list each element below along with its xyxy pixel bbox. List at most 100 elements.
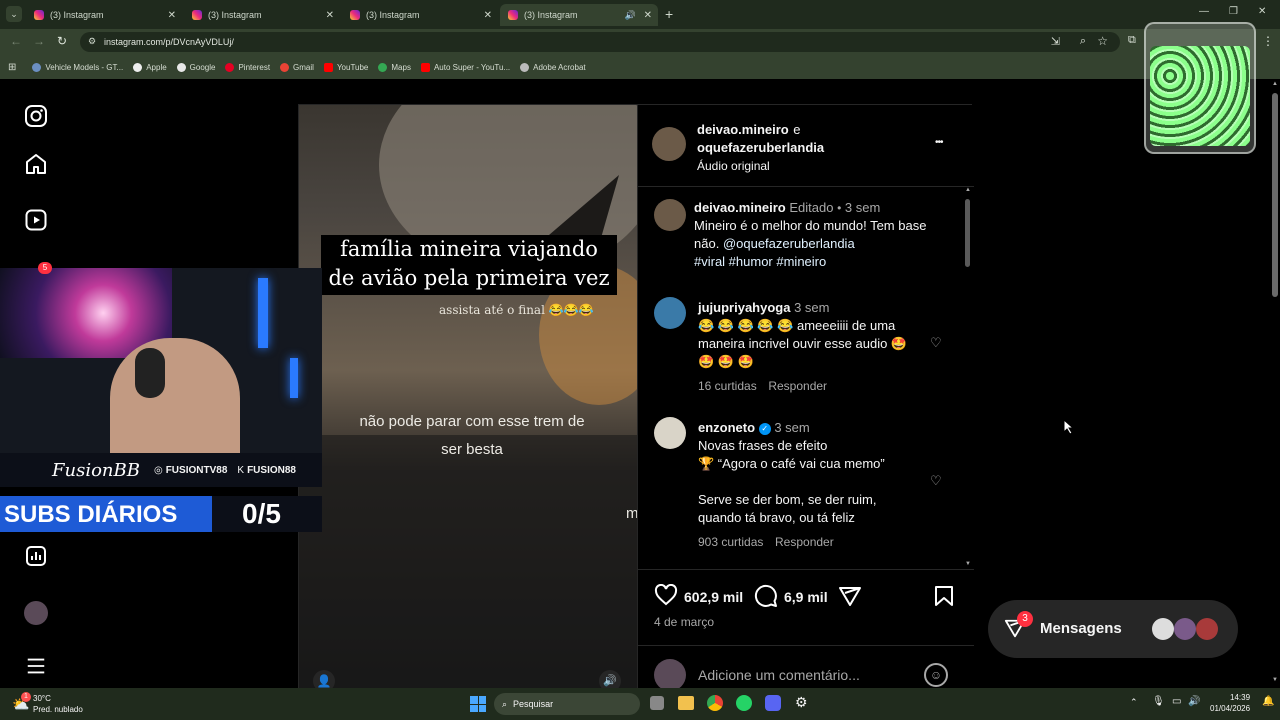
save-button[interactable] (934, 585, 954, 612)
comment-likes[interactable]: 903 curtidas (698, 535, 763, 549)
speaker-icon[interactable]: 🔊 (625, 10, 636, 21)
volume-tray-icon[interactable]: 🔊 (1188, 696, 1200, 707)
comment-time[interactable]: 3 sem (774, 420, 809, 435)
clock-time[interactable]: 14:39 (1230, 693, 1250, 702)
browser-tab[interactable]: (3) Instagram ✕ (184, 4, 340, 26)
restore-window-icon[interactable]: ❐ (1229, 6, 1238, 17)
notifications-icon[interactable]: 🔔 (1262, 696, 1274, 707)
mention-link[interactable]: @oquefazeruberlandia (723, 236, 855, 251)
commenter-avatar[interactable] (654, 297, 686, 329)
apps-grid-icon[interactable]: ⊞ (8, 62, 16, 73)
bookmark-item[interactable]: Auto Super - YouTu... (420, 62, 510, 72)
close-window-icon[interactable]: ✕ (1258, 6, 1266, 17)
profile-avatar[interactable] (24, 601, 48, 625)
settings-gear-icon[interactable]: ⚙ (795, 694, 808, 711)
instagram-logo-icon[interactable] (23, 104, 49, 130)
microphone-icon[interactable]: 🎙 (1152, 696, 1165, 707)
post-date[interactable]: 4 de março (654, 615, 714, 629)
comment-button[interactable] (754, 584, 778, 613)
more-options-icon[interactable]: ••• (935, 137, 943, 148)
install-app-icon[interactable]: ⇲ (1051, 35, 1060, 48)
network-icon[interactable]: ▭ (1172, 696, 1181, 707)
browser-tab[interactable]: (3) Instagram ✕ (26, 4, 182, 26)
page-scrollbar[interactable]: ▲ ▼ (1270, 79, 1280, 688)
discord-icon[interactable] (765, 695, 781, 711)
extensions-icon[interactable]: ⧉ (1128, 34, 1136, 47)
comment-like-heart-icon[interactable]: ♡ (930, 335, 944, 350)
comment-like-heart-icon[interactable]: ♡ (930, 473, 944, 488)
comment-username[interactable]: deivao.mineiro (694, 200, 786, 215)
close-tab-icon[interactable]: ✕ (326, 10, 334, 21)
weather-desc[interactable]: Pred. nublado (33, 705, 83, 714)
bookmark-item[interactable]: Maps (378, 62, 411, 72)
chrome-icon[interactable] (707, 695, 723, 711)
comment-time[interactable]: 3 sem (794, 300, 829, 315)
more-menu-icon[interactable] (23, 655, 49, 681)
reels-icon[interactable] (23, 208, 49, 234)
scroll-thumb[interactable] (1272, 93, 1278, 297)
close-tab-icon[interactable]: ✕ (484, 10, 492, 21)
whatsapp-icon[interactable] (736, 695, 752, 711)
browser-tab-active[interactable]: (3) Instagram 🔊 ✕ (500, 4, 658, 26)
reply-button[interactable]: Responder (775, 535, 834, 549)
address-bar[interactable]: ⚙ instagram.com/p/DVcnAyVDLUj/ ⇲ ⌕ ☆ (80, 32, 1120, 52)
chrome-menu-icon[interactable]: ⋮ (1262, 34, 1274, 48)
bookmark-item[interactable]: Apple (133, 62, 167, 72)
volume-icon[interactable]: 🔊 (599, 670, 621, 688)
zoom-icon[interactable]: ⌕ (1080, 35, 1086, 48)
commenter-avatar[interactable] (654, 417, 686, 449)
comment-likes[interactable]: 16 curtidas (698, 379, 757, 393)
tagged-user-icon[interactable]: 👤 (313, 670, 335, 688)
minimize-window-icon[interactable]: — (1199, 6, 1209, 17)
back-icon[interactable]: ← (10, 34, 22, 48)
close-tab-icon[interactable]: ✕ (644, 10, 652, 21)
file-explorer-icon[interactable] (678, 696, 694, 710)
reply-button[interactable]: Responder (768, 379, 827, 393)
author-avatar[interactable] (652, 127, 686, 161)
tray-chevron-up-icon[interactable]: ⌃ (1130, 697, 1138, 708)
home-icon[interactable] (23, 152, 49, 178)
bookmark-item[interactable]: Pinterest (225, 62, 270, 72)
messages-button[interactable]: 3 Mensagens (988, 600, 1238, 658)
site-info-icon[interactable]: ⚙ (88, 36, 96, 47)
comment-username[interactable]: enzoneto (698, 420, 755, 435)
bookmark-item[interactable]: Gmail (280, 62, 314, 72)
tab-list-menu-icon[interactable]: ⌄ (6, 6, 22, 22)
insights-icon[interactable] (23, 544, 49, 570)
bookmark-item[interactable]: Adobe Acrobat (520, 62, 586, 72)
forward-icon[interactable]: → (33, 34, 45, 48)
coauthor-username[interactable]: oquefazeruberlandia (697, 139, 927, 157)
emoji-picker-icon[interactable]: ☺ (924, 663, 948, 687)
browser-tab[interactable]: (3) Instagram ✕ (342, 4, 498, 26)
bookmark-item[interactable]: YouTube (323, 62, 368, 72)
bookmark-item[interactable]: Vehicle Models - GT... (32, 62, 123, 72)
scroll-down-arrow-icon[interactable]: ▼ (1272, 677, 1278, 683)
new-tab-icon[interactable]: + (665, 6, 673, 22)
scroll-down-arrow-icon[interactable]: ▼ (965, 561, 971, 567)
hashtags-link[interactable]: #viral #humor #mineiro (694, 254, 826, 269)
scroll-thumb[interactable] (965, 199, 970, 267)
commenter-avatar[interactable] (654, 199, 686, 231)
taskbar-search[interactable]: ⌕ Pesquisar (494, 693, 640, 715)
audio-link[interactable]: Áudio original (697, 157, 927, 175)
bookmark-star-icon[interactable]: ☆ (1097, 34, 1108, 48)
comments-scrollbar[interactable]: ▲ ▼ (964, 187, 972, 569)
scroll-up-arrow-icon[interactable]: ▲ (965, 187, 971, 193)
clock-date[interactable]: 01/04/2026 (1210, 704, 1250, 713)
scroll-up-arrow-icon[interactable]: ▲ (1272, 81, 1278, 87)
start-button[interactable] (470, 696, 486, 712)
author-username[interactable]: deivao.mineiro (697, 122, 789, 137)
reload-icon[interactable]: ↻ (57, 34, 67, 48)
likes-count[interactable]: 602,9 mil (684, 589, 743, 605)
bookmark-item[interactable]: Google (176, 62, 215, 72)
task-view-icon[interactable] (650, 696, 664, 710)
comment-username[interactable]: jujupriyahyoga (698, 300, 790, 315)
close-tab-icon[interactable]: ✕ (168, 10, 176, 21)
share-button[interactable] (838, 585, 862, 612)
comments-count[interactable]: 6,9 mil (784, 589, 828, 605)
weather-temp[interactable]: 30°C (33, 694, 51, 703)
like-button[interactable] (654, 583, 678, 611)
video-player[interactable]: família mineira viajando de avião pela p… (299, 105, 637, 688)
comment-time[interactable]: 3 sem (845, 200, 880, 215)
add-comment-input[interactable]: Adicione um comentário... (698, 667, 898, 683)
